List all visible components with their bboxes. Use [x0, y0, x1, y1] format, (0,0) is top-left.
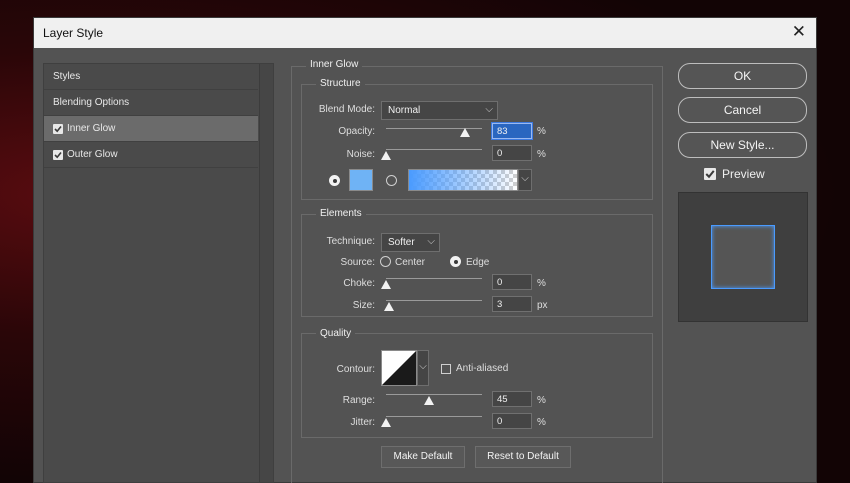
list-item-label: Inner Glow: [67, 123, 116, 134]
list-item-styles[interactable]: Styles: [44, 64, 258, 90]
size-unit: px: [537, 300, 548, 311]
make-default-button[interactable]: Make Default: [381, 446, 465, 468]
title-bar: Layer Style ✕: [34, 18, 816, 48]
preview-square: [711, 225, 775, 289]
chevron-down-icon[interactable]: ⌵: [417, 350, 429, 386]
opacity-input[interactable]: 83: [491, 122, 533, 140]
range-slider-track[interactable]: [386, 394, 482, 395]
list-item-outer-glow[interactable]: Outer Glow: [44, 142, 258, 168]
inner-glow-title: Inner Glow: [306, 59, 363, 70]
source-center-label: Center: [395, 257, 426, 268]
opacity-label: Opacity:: [338, 126, 375, 137]
jitter-unit: %: [537, 417, 546, 428]
structure-title: Structure: [316, 78, 365, 89]
source-edge-label: Edge: [466, 257, 490, 268]
opacity-slider-handle[interactable]: [460, 128, 470, 137]
cancel-button[interactable]: Cancel: [678, 97, 807, 123]
range-input[interactable]: 45: [492, 391, 532, 407]
jitter-input[interactable]: 0: [492, 413, 532, 429]
size-input[interactable]: 3: [492, 296, 532, 312]
jitter-slider-handle[interactable]: [381, 418, 391, 427]
chevron-down-icon: ⌵: [427, 236, 435, 247]
choke-input[interactable]: 0: [492, 274, 532, 290]
range-unit: %: [537, 395, 546, 406]
styles-list: Styles Blending Options Inner Glow Outer…: [43, 63, 274, 483]
list-item-inner-glow[interactable]: Inner Glow: [44, 116, 258, 142]
source-edge-radio[interactable]: [450, 256, 461, 267]
color-radio[interactable]: [329, 175, 340, 186]
gradient-radio[interactable]: [386, 175, 397, 186]
jitter-label: Jitter:: [350, 417, 375, 428]
list-item-label: Outer Glow: [67, 149, 118, 160]
source-label: Source:: [340, 257, 375, 268]
list-item-label: Styles: [53, 71, 81, 82]
list-item-blending-options[interactable]: Blending Options: [44, 90, 258, 116]
glow-color-swatch[interactable]: [349, 169, 373, 191]
technique-label: Technique:: [326, 236, 375, 247]
preview-label: Preview: [722, 167, 765, 181]
contour-preview[interactable]: [381, 350, 417, 386]
inner-glow-checkbox[interactable]: [53, 124, 63, 134]
jitter-slider-track[interactable]: [386, 416, 482, 417]
styles-list-scrollbar[interactable]: [259, 64, 273, 482]
choke-slider-handle[interactable]: [381, 280, 391, 289]
elements-title: Elements: [316, 208, 366, 219]
technique-value: Softer: [388, 237, 415, 248]
preview-thumbnail: [678, 192, 808, 322]
dialog-title: Layer Style: [43, 26, 104, 40]
anti-aliased-label: Anti-aliased: [456, 363, 509, 374]
blend-mode-label: Blend Mode:: [318, 104, 375, 115]
preview-checkbox[interactable]: [704, 168, 716, 180]
range-slider-handle[interactable]: [424, 396, 434, 405]
checkmark-icon: [54, 151, 62, 159]
contour-label: Contour:: [336, 364, 375, 375]
noise-slider-handle[interactable]: [381, 151, 391, 160]
choke-label: Choke:: [343, 278, 375, 289]
choke-unit: %: [537, 278, 546, 289]
checkmark-icon: [705, 170, 715, 179]
noise-label: Noise:: [346, 149, 375, 160]
size-slider-track[interactable]: [386, 300, 482, 301]
contour-curve-icon: [382, 351, 416, 385]
size-slider-handle[interactable]: [384, 302, 394, 311]
close-icon[interactable]: ✕: [792, 22, 806, 42]
opacity-unit: %: [537, 126, 546, 137]
checkmark-icon: [54, 125, 62, 133]
source-center-radio[interactable]: [380, 256, 391, 267]
noise-slider-track[interactable]: [386, 149, 482, 150]
ok-button[interactable]: OK: [678, 63, 807, 89]
blend-mode-select[interactable]: Normal ⌵: [381, 101, 498, 120]
quality-title: Quality: [316, 328, 356, 339]
noise-unit: %: [537, 149, 546, 160]
anti-aliased-checkbox[interactable]: [441, 364, 451, 374]
gradient-picker[interactable]: [408, 169, 518, 191]
blend-mode-value: Normal: [388, 105, 421, 116]
reset-to-default-button[interactable]: Reset to Default: [475, 446, 571, 468]
chevron-down-icon[interactable]: ⌵: [518, 169, 532, 191]
list-item-label: Blending Options: [53, 97, 130, 108]
range-label: Range:: [342, 395, 375, 406]
outer-glow-checkbox[interactable]: [53, 150, 63, 160]
technique-select[interactable]: Softer ⌵: [381, 233, 440, 252]
chevron-down-icon: ⌵: [485, 104, 493, 115]
new-style-button[interactable]: New Style...: [678, 132, 807, 158]
noise-input[interactable]: 0: [492, 145, 532, 161]
size-label: Size:: [352, 300, 375, 311]
layer-style-dialog: Layer Style ✕ Styles Blending Options In…: [33, 17, 817, 483]
choke-slider-track[interactable]: [386, 278, 482, 279]
